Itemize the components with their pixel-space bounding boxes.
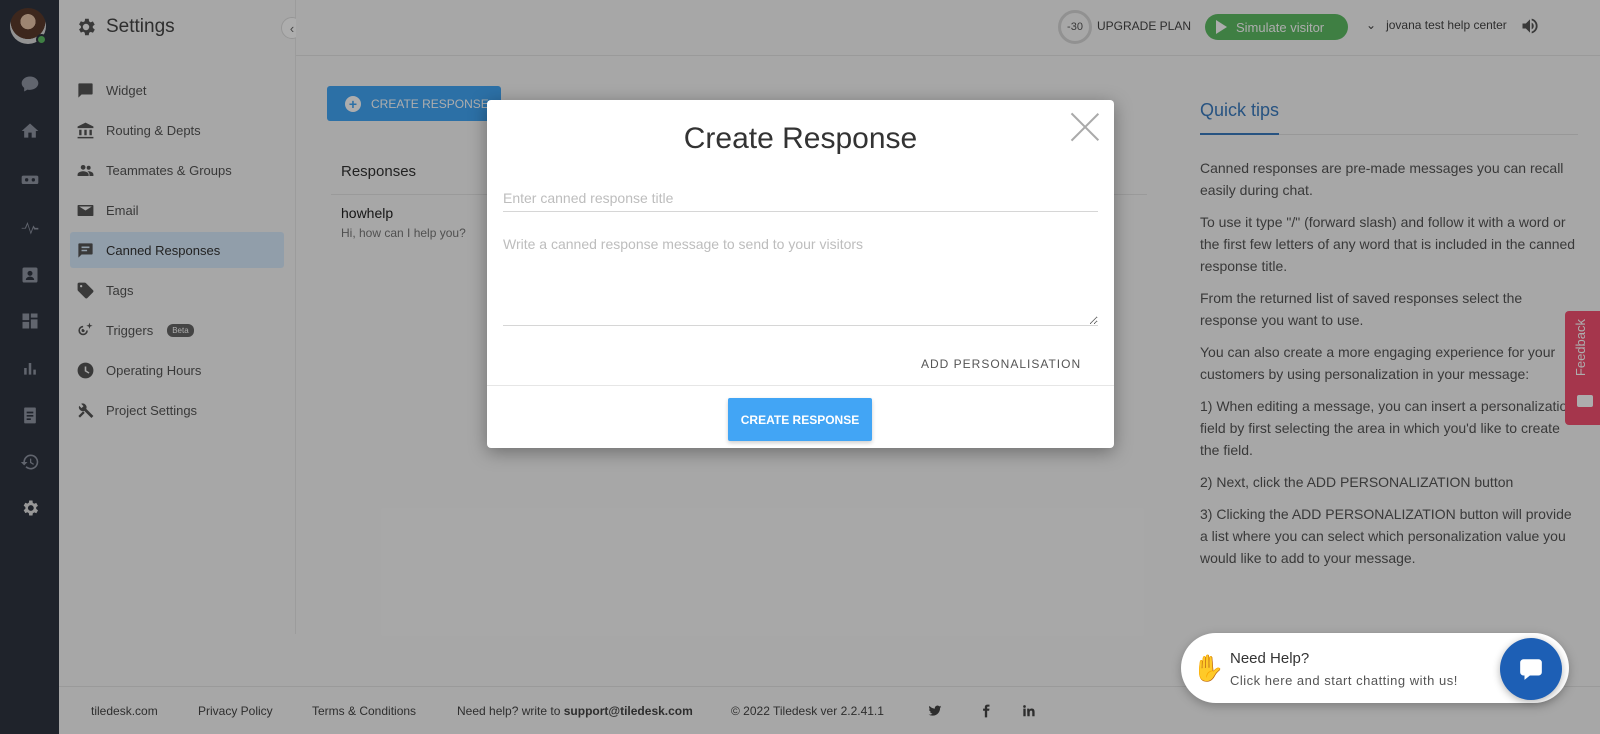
chat-callout-subtitle: Click here and start chatting with us! — [1230, 673, 1458, 688]
add-personalisation-button[interactable]: ADD PERSONALISATION — [921, 357, 1081, 371]
create-response-modal: Create Response ADD PERSONALISATION CREA… — [487, 100, 1114, 448]
response-message-textarea[interactable] — [503, 236, 1098, 326]
create-response-submit-button[interactable]: CREATE RESPONSE — [728, 398, 872, 441]
chat-callout-title: Need Help? — [1230, 650, 1310, 667]
waving-hand-icon: ✋ — [1192, 653, 1225, 683]
modal-title: Create Response — [683, 122, 918, 155]
modal-divider — [487, 385, 1114, 386]
response-title-input[interactable] — [503, 184, 1098, 212]
chat-launcher-button[interactable] — [1500, 638, 1562, 700]
close-icon[interactable] — [1070, 112, 1100, 142]
chat-bubble-icon — [1520, 659, 1542, 680]
